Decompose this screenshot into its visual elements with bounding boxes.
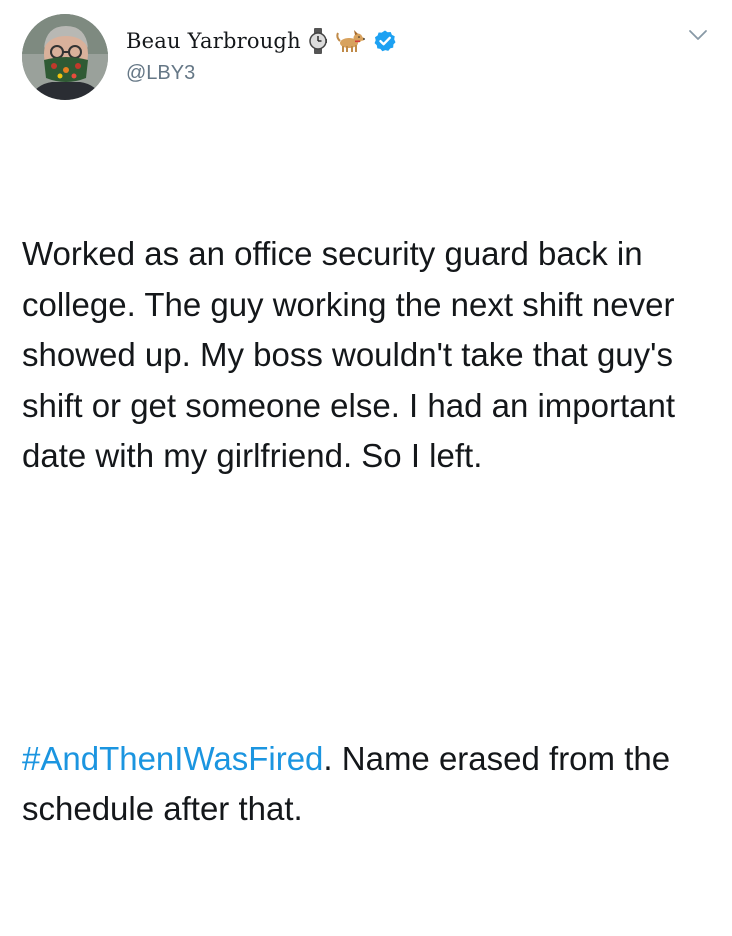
tweet-text: Worked as an office security guard back … bbox=[22, 128, 714, 936]
tweet-card: Beau Yarbrough @LBY3 Worked as an office… bbox=[0, 0, 732, 827]
watch-icon bbox=[309, 28, 327, 54]
tweet-paragraph-2: #AndThenIWasFired. Name erased from the … bbox=[22, 734, 714, 835]
author-handle[interactable]: @LBY3 bbox=[126, 62, 195, 85]
dog-icon bbox=[335, 29, 365, 53]
avatar[interactable] bbox=[22, 14, 108, 100]
hashtag-link[interactable]: #AndThenIWasFired bbox=[22, 740, 323, 777]
chevron-down-icon[interactable] bbox=[686, 26, 710, 44]
author-name-row: Beau Yarbrough bbox=[126, 26, 397, 56]
verified-badge-icon bbox=[373, 29, 397, 53]
tweet-paragraph-1: Worked as an office security guard back … bbox=[22, 235, 685, 474]
author-display-name[interactable]: Beau Yarbrough bbox=[126, 29, 301, 53]
